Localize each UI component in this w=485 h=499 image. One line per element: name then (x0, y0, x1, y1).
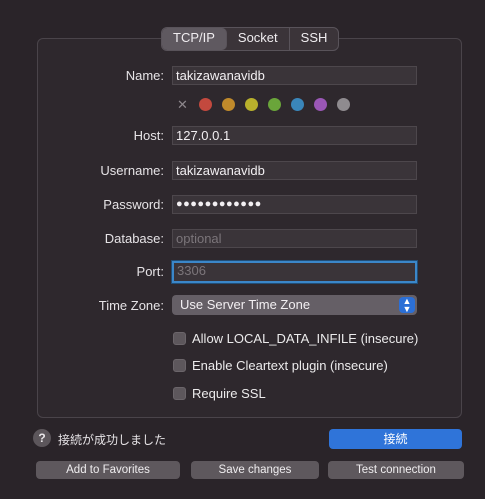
color-tag-picker: ✕ (176, 98, 350, 111)
tab-socket[interactable]: Socket (227, 28, 290, 50)
name-field[interactable] (172, 66, 417, 85)
name-label: Name: (125, 68, 164, 83)
local-infile-checkbox[interactable] (173, 332, 186, 345)
password-label: Password: (103, 197, 164, 212)
color-orange-swatch[interactable] (222, 98, 235, 111)
tab-tcp-ip[interactable]: TCP/IP (162, 28, 227, 50)
port-label: Port: (136, 264, 164, 279)
local-infile-option[interactable]: Allow LOCAL_DATA_INFILE (insecure) (173, 331, 418, 346)
local-infile-label: Allow LOCAL_DATA_INFILE (insecure) (192, 331, 419, 346)
connection-type-tabs: TCP/IP Socket SSH (161, 27, 340, 51)
cleartext-label: Enable Cleartext plugin (insecure) (192, 358, 388, 373)
time-zone-label: Time Zone: (98, 298, 164, 313)
clear-color-icon[interactable]: ✕ (176, 98, 189, 111)
color-gray-swatch[interactable] (337, 98, 350, 111)
username-label: Username: (100, 163, 164, 178)
chevron-up-down-icon: ▲ ▼ (399, 297, 415, 314)
host-label: Host: (133, 128, 164, 143)
require-ssl-option[interactable]: Require SSL (173, 386, 266, 401)
help-icon[interactable]: ? (33, 429, 51, 447)
password-field[interactable]: ●●●●●●●●●●●● (172, 195, 417, 214)
time-zone-value: Use Server Time Zone (180, 297, 311, 312)
tab-ssh[interactable]: SSH (290, 28, 339, 50)
require-ssl-checkbox[interactable] (173, 387, 186, 400)
save-changes-button[interactable]: Save changes (191, 461, 319, 479)
database-label: Database: (104, 231, 164, 246)
cleartext-option[interactable]: Enable Cleartext plugin (insecure) (173, 358, 388, 373)
time-zone-select[interactable]: Use Server Time Zone ▲ ▼ (172, 295, 417, 315)
color-purple-swatch[interactable] (314, 98, 327, 111)
connection-status-text: 接続が成功しました (58, 433, 167, 447)
color-green-swatch[interactable] (268, 98, 281, 111)
require-ssl-label: Require SSL (192, 386, 266, 401)
test-connection-button[interactable]: Test connection (328, 461, 464, 479)
connect-button[interactable]: 接続 (329, 429, 462, 449)
add-to-favorites-button[interactable]: Add to Favorites (36, 461, 180, 479)
database-field[interactable]: optional (172, 229, 417, 248)
color-blue-swatch[interactable] (291, 98, 304, 111)
port-field[interactable]: 3306 (172, 261, 417, 283)
host-field[interactable] (172, 126, 417, 145)
username-field[interactable] (172, 161, 417, 180)
cleartext-checkbox[interactable] (173, 359, 186, 372)
color-red-swatch[interactable] (199, 98, 212, 111)
color-yellow-swatch[interactable] (245, 98, 258, 111)
